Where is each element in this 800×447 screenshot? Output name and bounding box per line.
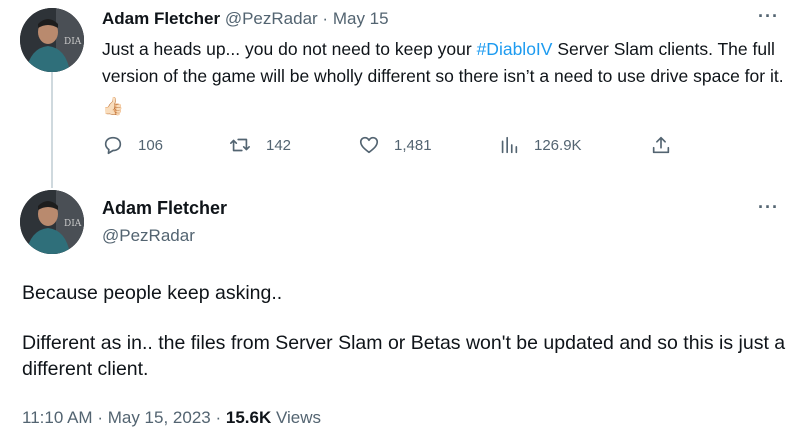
retweet-count: 142 [266,136,292,154]
tweet2-text: Because people keep asking.. Different a… [22,280,792,382]
tweet-text-part: Just a heads up... you do not need to ke… [102,39,477,59]
separator-dot: · [215,408,222,427]
hashtag-link[interactable]: #DiabloIV [477,39,553,59]
more-options-icon[interactable]: ··· [758,197,779,218]
views-label: Views [275,408,322,427]
tweet1-actions: 106 142 1,481 126.9K [102,134,682,158]
like-button[interactable]: 1,481 [358,134,432,156]
heart-icon [359,136,379,154]
analytics-icon [501,136,518,154]
reply-icon [104,136,122,155]
like-count: 1,481 [394,136,432,154]
tweet-paragraph: Different as in.. the files from Server … [22,332,786,380]
view-count: 126.9K [534,136,582,154]
retweet-icon [230,138,250,152]
author-name[interactable]: Adam Fletcher [102,9,220,28]
author-handle[interactable]: @PezRadar [225,9,318,28]
avatar-image: DIA [20,8,84,72]
avatar[interactable]: DIA [20,190,84,254]
tweet-date[interactable]: May 15 [333,9,389,28]
tweet-full-date[interactable]: May 15, 2023 [108,408,211,427]
avatar[interactable]: DIA [20,8,84,72]
reply-count: 106 [138,136,164,154]
tweet1-header: Adam Fletcher @PezRadar · May 15 [102,8,389,30]
avatar-image: DIA [20,190,84,254]
author-name[interactable]: Adam Fletcher [102,197,227,219]
tweet1-text: Just a heads up... you do not need to ke… [102,36,792,120]
separator-dot: · [97,408,103,427]
author-handle[interactable]: @PezRadar [102,225,195,247]
reply-button[interactable]: 106 [102,134,163,156]
svg-text:DIA: DIA [64,37,82,47]
more-options-icon[interactable]: ··· [758,6,779,27]
tweet-meta: 11:10 AM · May 15, 2023 · 15.6K Views [22,407,321,429]
tweet-paragraph: Because people keep asking.. [22,282,283,304]
views-total: 15.6K [225,408,272,427]
share-icon [652,136,670,154]
thread-line [51,72,53,188]
share-button[interactable] [650,134,672,156]
views-button[interactable]: 126.9K [498,134,582,156]
svg-text:DIA: DIA [64,219,82,229]
tweet-time[interactable]: 11:10 AM [22,408,93,427]
retweet-button[interactable]: 142 [228,134,291,156]
thumbs-up-emoji: 👍🏻 [102,96,124,116]
separator-dot: · [322,9,329,28]
